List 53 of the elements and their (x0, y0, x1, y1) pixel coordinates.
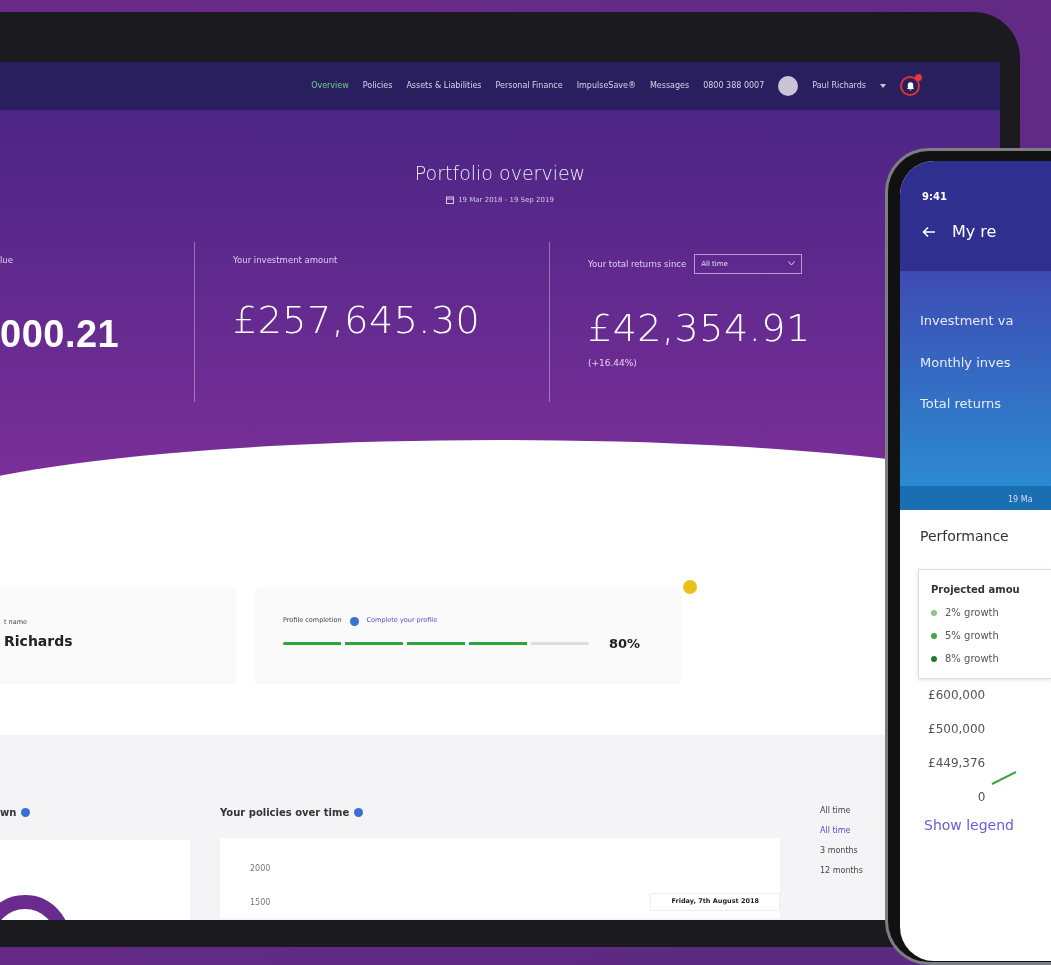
axis-label: 1500 (250, 897, 271, 909)
user-name[interactable]: Paul Richards (812, 80, 866, 93)
stat-change: (+16.44%) (588, 357, 637, 371)
axis-label: £500,000 (928, 723, 986, 735)
back-arrow-icon[interactable] (922, 226, 936, 238)
phone-number: 0800 388 0007 (703, 80, 765, 93)
nav-link[interactable]: Personal Finance (495, 80, 563, 93)
legend-label: 2% growth (945, 606, 999, 620)
section-title: Your policies over time (220, 806, 350, 820)
legend-label: 5% growth (945, 629, 999, 643)
stat-value: £42,354.91 (588, 305, 811, 353)
chevron-icon (788, 261, 796, 267)
avatar-icon (778, 76, 799, 97)
stat-value: 000.21 (0, 312, 120, 358)
growth-line-drawing (991, 771, 1018, 785)
row-label: Monthly inves (920, 353, 1012, 372)
nav-link[interactable]: Overview (311, 80, 349, 93)
calendar-icon (446, 196, 455, 205)
stat-label: Your total returns since (588, 257, 687, 271)
progress-reading: 80% (609, 635, 641, 653)
range-option[interactable]: 12 months (820, 865, 863, 877)
range-option[interactable]: All time (820, 825, 851, 837)
screen-title: My re (952, 221, 997, 243)
axis-label: 2000 (250, 863, 271, 875)
account-name: Richards (4, 632, 74, 652)
row-label: Investment va (920, 312, 1015, 330)
page-title: Portfolio overview (414, 162, 586, 186)
status-time: 9:41 (922, 190, 948, 204)
show-legend-link[interactable]: Show legend (900, 803, 1051, 836)
axis-label: £449,376 (928, 757, 986, 769)
legend-title: Projected amou (931, 583, 1021, 597)
section-title: wn (0, 806, 17, 820)
info-icon (354, 808, 364, 817)
section-title: Performance (919, 527, 1010, 546)
stat-value: £257,645.30 (233, 297, 481, 345)
notification-button[interactable] (900, 76, 920, 97)
nav-link[interactable]: ImpulseSave® (576, 80, 636, 93)
caret-icon[interactable] (880, 84, 886, 89)
range-option[interactable]: 3 months (820, 845, 858, 857)
axis-label: £600,000 (928, 689, 986, 701)
date-label: 19 Ma (900, 486, 1051, 510)
info-icon (21, 808, 31, 817)
range-select[interactable]: All time (820, 805, 851, 817)
bell-icon (905, 81, 915, 92)
stat-label: Your investment amount (233, 253, 338, 267)
stat-label: lue (0, 253, 13, 267)
legend-label: 8% growth (945, 652, 999, 666)
row-label: Total returns (920, 395, 1002, 413)
nav-link[interactable]: Messages (649, 80, 690, 93)
info-icon (349, 616, 359, 626)
axis-label: 0 (977, 791, 986, 803)
nav-link[interactable]: Policies (362, 80, 393, 93)
nav-link[interactable]: Assets & Liabilities (406, 80, 482, 93)
